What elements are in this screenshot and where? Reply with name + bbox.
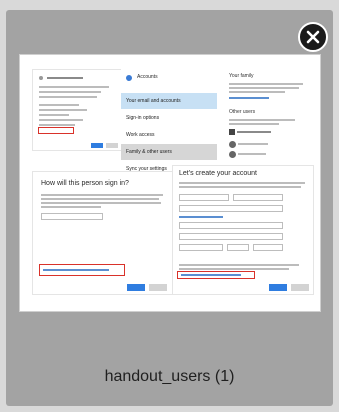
thumb-settings-item: Work access <box>126 132 155 138</box>
file-name-label: handout_users (1) <box>104 368 235 385</box>
thumb-other-users-heading: Other users <box>229 109 256 115</box>
thumb-settings-item: Your email and accounts <box>121 93 217 109</box>
thumb-create-account-title: Let's create your account <box>179 170 257 177</box>
thumb-dialog-preview <box>32 69 122 151</box>
thumb-settings-item: Sign-in options <box>126 115 160 121</box>
thumb-family-heading: Your family <box>229 73 254 79</box>
close-button[interactable] <box>298 22 328 52</box>
thumb-create-account-preview: Let's create your account <box>172 165 314 295</box>
thumb-signin-question: How will this person sign in? <box>41 180 129 187</box>
file-thumbnail[interactable]: Accounts Your email and accounts Sign-in… <box>19 54 321 312</box>
thumb-settings-header: Accounts <box>137 74 158 80</box>
thumb-signin-preview: How will this person sign in? <box>32 171 174 295</box>
thumb-users-preview: Your family Other users <box>223 69 313 165</box>
thumb-settings-preview: Accounts Your email and accounts Sign-in… <box>121 69 217 172</box>
thumb-settings-item: Family & other users <box>121 144 217 160</box>
close-icon <box>306 30 320 44</box>
